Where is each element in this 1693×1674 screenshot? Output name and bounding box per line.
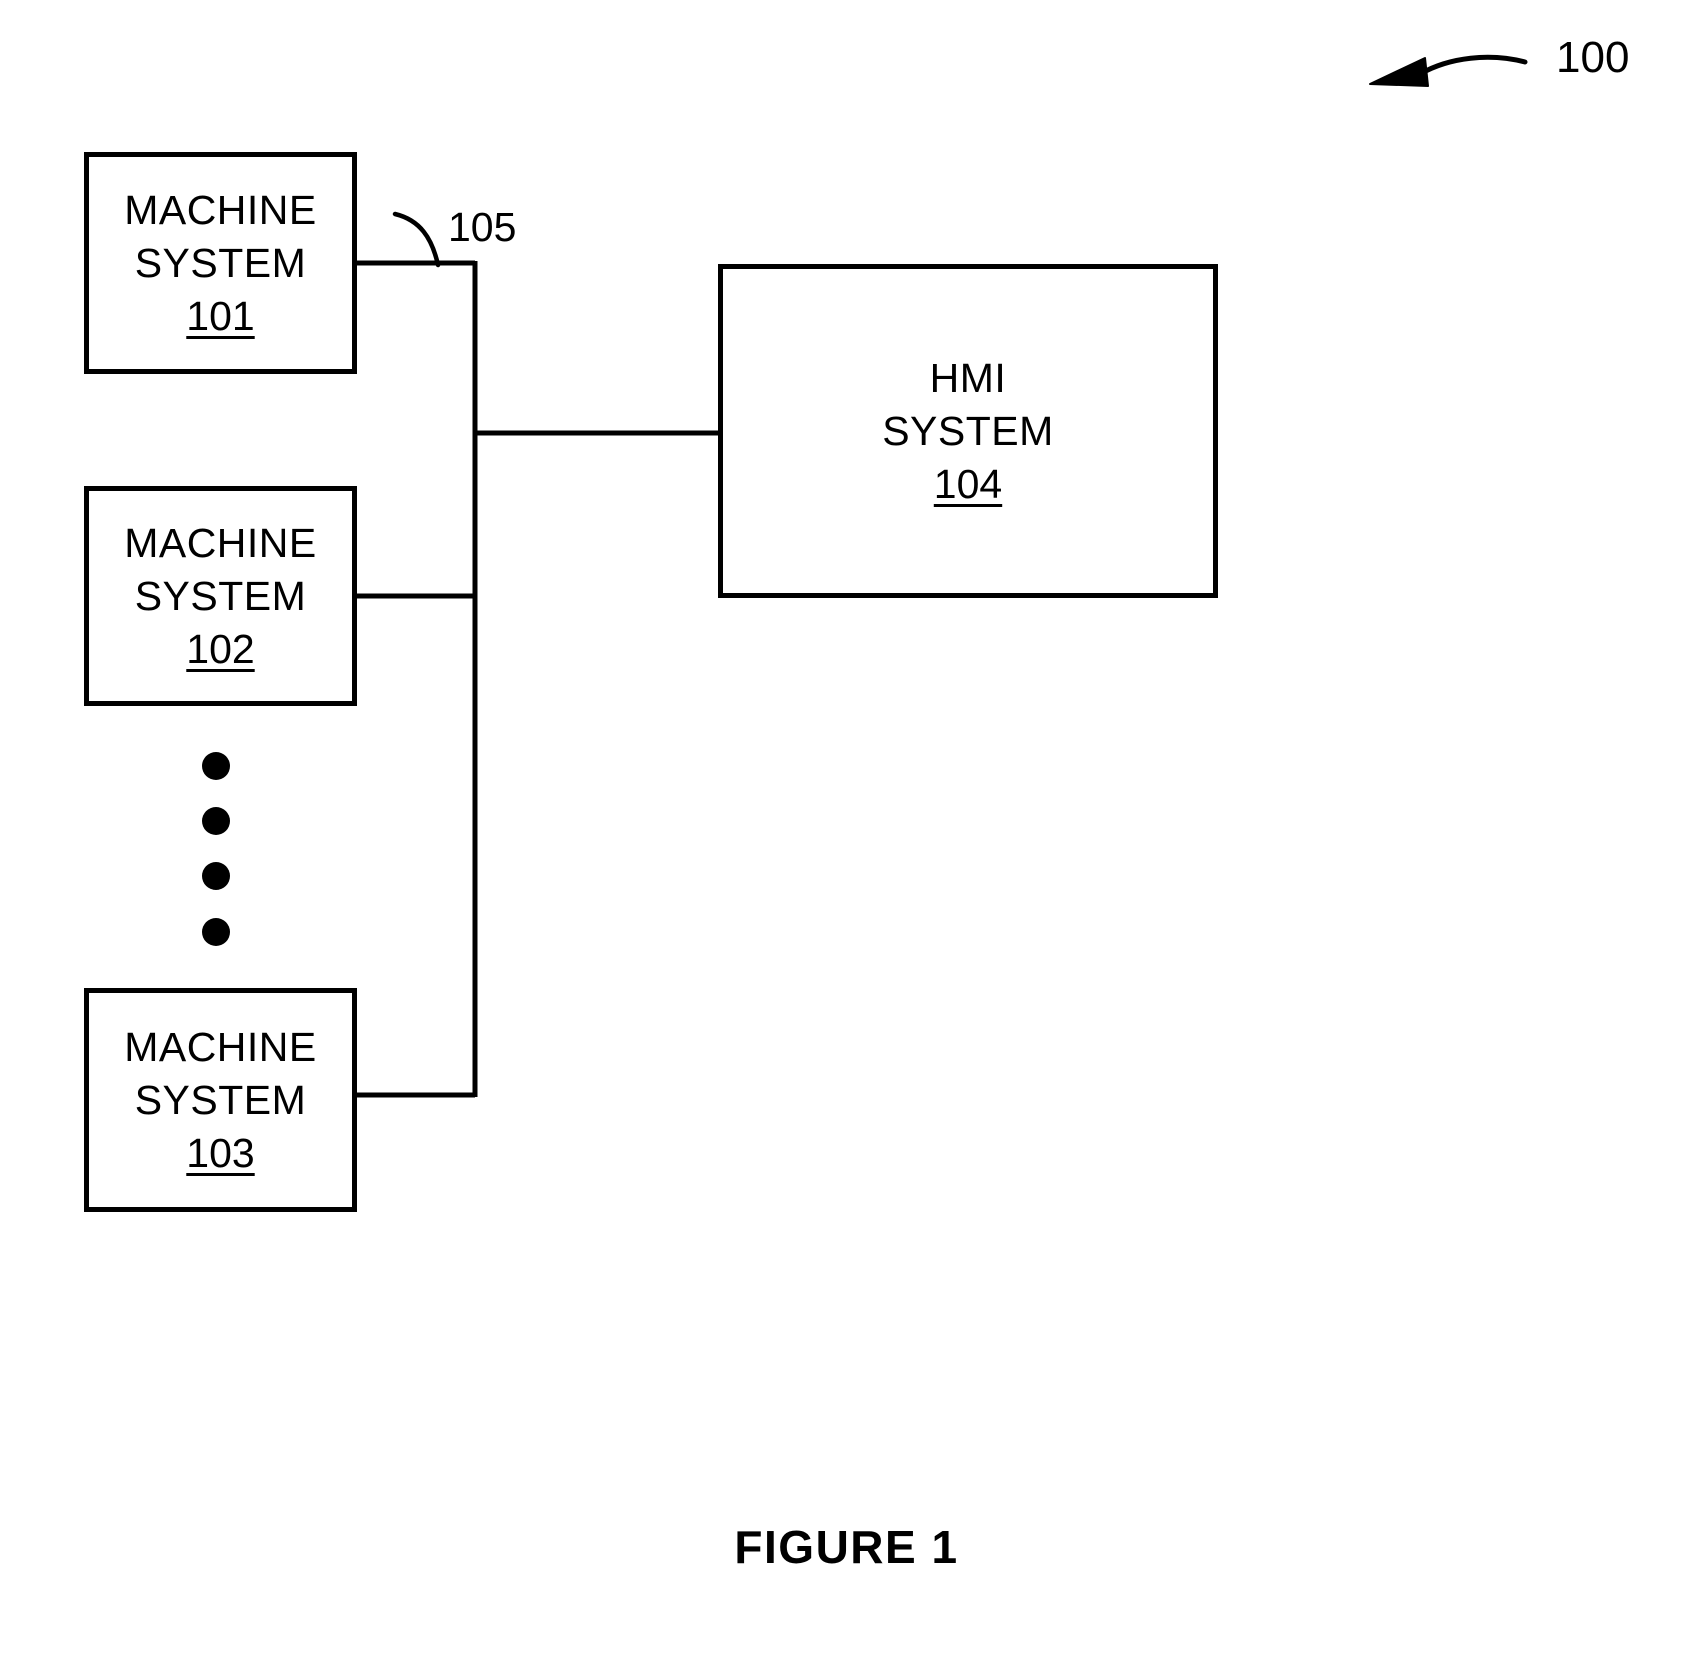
hmi-system-104-line2: SYSTEM: [882, 407, 1054, 454]
leader-line-105: [392, 211, 441, 268]
ellipsis-dot: [202, 807, 230, 835]
figure-caption: FIGURE 1: [734, 1521, 959, 1573]
machine-system-102-line2: SYSTEM: [134, 572, 307, 619]
machine-system-101-line1: MACHINE: [124, 186, 317, 233]
patent-figure-1: MACHINE SYSTEM 101 MACHINE SYSTEM 102 MA…: [0, 0, 1693, 1674]
machine-system-101-line2: SYSTEM: [134, 239, 307, 286]
machine-system-101-box: MACHINE SYSTEM 101: [84, 152, 357, 374]
ellipsis-dot: [202, 752, 230, 780]
leader-line-100: [1417, 54, 1528, 77]
machine-system-102-line1: MACHINE: [124, 519, 317, 566]
hmi-system-104-line1: HMI: [929, 354, 1007, 401]
ellipsis-dot: [202, 918, 230, 946]
reference-label-100: 100: [1556, 33, 1630, 82]
machine-system-102-ref: 102: [186, 625, 255, 672]
machine-system-103-line1: MACHINE: [124, 1023, 317, 1070]
ellipsis-dot: [202, 862, 230, 890]
reference-label-105: 105: [448, 204, 517, 250]
hmi-system-104-ref: 104: [933, 460, 1003, 507]
hmi-system-104-box: HMI SYSTEM 104: [718, 264, 1218, 598]
machine-system-101-ref: 101: [186, 292, 255, 339]
machine-system-102-box: MACHINE SYSTEM 102: [84, 486, 357, 706]
machine-system-103-ref: 103: [186, 1129, 255, 1176]
machine-system-103-line2: SYSTEM: [134, 1076, 307, 1123]
arrowhead-100: [1369, 57, 1429, 87]
machine-system-103-box: MACHINE SYSTEM 103: [84, 988, 357, 1212]
